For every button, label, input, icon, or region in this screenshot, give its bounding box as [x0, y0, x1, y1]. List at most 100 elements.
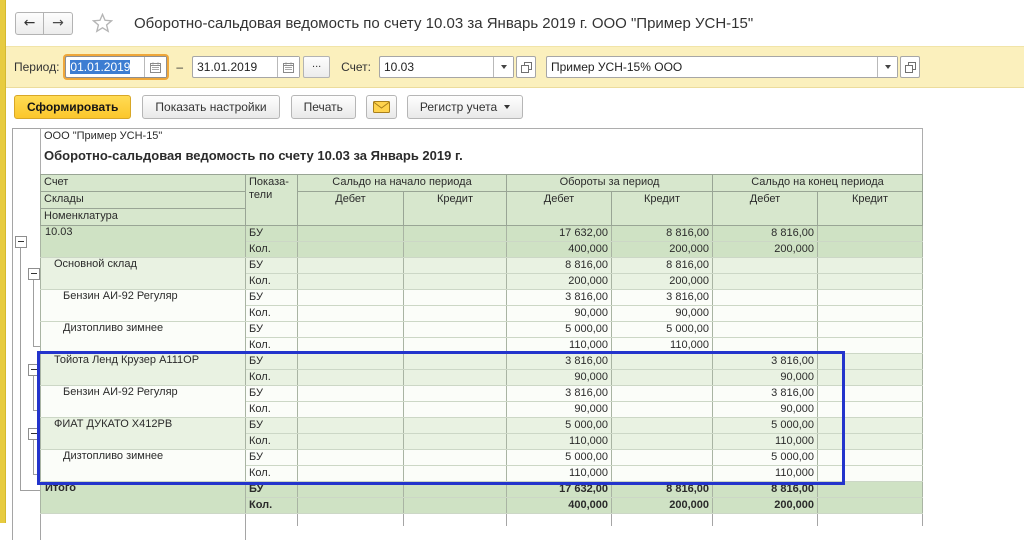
value-cell[interactable]: 400,000	[507, 498, 612, 514]
value-cell[interactable]: 5 000,00	[507, 418, 612, 434]
value-cell[interactable]: 90,000	[507, 402, 612, 418]
value-cell[interactable]	[404, 226, 507, 242]
value-cell[interactable]	[298, 498, 404, 514]
value-cell[interactable]	[298, 450, 404, 466]
indicator-cell[interactable]: Кол.	[246, 242, 298, 258]
account-open-button[interactable]	[516, 56, 536, 78]
value-cell[interactable]	[298, 370, 404, 386]
value-cell[interactable]	[612, 402, 713, 418]
row-name-cell[interactable]: Дизтопливо зимнее	[41, 322, 246, 354]
value-cell[interactable]	[818, 418, 923, 434]
value-cell[interactable]: 200,000	[507, 274, 612, 290]
value-cell[interactable]	[404, 258, 507, 274]
value-cell[interactable]	[404, 498, 507, 514]
value-cell[interactable]: 110,000	[713, 434, 818, 450]
value-cell[interactable]	[404, 434, 507, 450]
row-name-cell[interactable]: 10.03	[41, 226, 246, 258]
value-cell[interactable]	[818, 498, 923, 514]
value-cell[interactable]	[713, 258, 818, 274]
value-cell[interactable]	[818, 258, 923, 274]
value-cell[interactable]: 110,000	[713, 466, 818, 482]
indicator-cell[interactable]: БУ	[246, 290, 298, 306]
value-cell[interactable]: 200,000	[612, 274, 713, 290]
value-cell[interactable]	[818, 322, 923, 338]
organization-combo[interactable]: Пример УСН-15% ООО	[546, 56, 898, 78]
indicator-cell[interactable]: Кол.	[246, 498, 298, 514]
value-cell[interactable]	[818, 434, 923, 450]
value-cell[interactable]	[818, 242, 923, 258]
value-cell[interactable]	[404, 306, 507, 322]
value-cell[interactable]	[404, 450, 507, 466]
back-button[interactable]: ←	[15, 12, 44, 35]
value-cell[interactable]	[612, 386, 713, 402]
indicator-cell[interactable]: БУ	[246, 450, 298, 466]
value-cell[interactable]: 8 816,00	[507, 258, 612, 274]
value-cell[interactable]: 3 816,00	[507, 386, 612, 402]
value-cell[interactable]	[713, 338, 818, 354]
value-cell[interactable]	[612, 434, 713, 450]
expand-toggle[interactable]	[28, 268, 40, 280]
value-cell[interactable]	[404, 466, 507, 482]
value-cell[interactable]	[713, 290, 818, 306]
value-cell[interactable]: 400,000	[507, 242, 612, 258]
show-settings-button[interactable]: Показать настройки	[142, 95, 279, 119]
value-cell[interactable]	[298, 274, 404, 290]
value-cell[interactable]	[404, 370, 507, 386]
value-cell[interactable]	[298, 402, 404, 418]
value-cell[interactable]: 110,000	[507, 466, 612, 482]
value-cell[interactable]: 17 632,00	[507, 482, 612, 498]
value-cell[interactable]: 5 000,00	[713, 418, 818, 434]
value-cell[interactable]	[298, 338, 404, 354]
value-cell[interactable]	[298, 306, 404, 322]
register-menu-button[interactable]: Регистр учета	[407, 95, 523, 119]
date-from-value[interactable]: 01.01.2019	[70, 60, 130, 74]
date-to-value[interactable]: 31.01.2019	[193, 57, 277, 77]
value-cell[interactable]: 8 816,00	[612, 226, 713, 242]
organization-value[interactable]: Пример УСН-15% ООО	[547, 57, 877, 77]
value-cell[interactable]: 90,000	[713, 402, 818, 418]
email-button[interactable]	[366, 95, 397, 119]
indicator-cell[interactable]: Кол.	[246, 402, 298, 418]
row-name-cell[interactable]: Бензин АИ-92 Регуляр	[41, 386, 246, 418]
value-cell[interactable]: 8 816,00	[612, 482, 713, 498]
value-cell[interactable]	[298, 386, 404, 402]
indicator-cell[interactable]: БУ	[246, 482, 298, 498]
value-cell[interactable]	[298, 466, 404, 482]
indicator-cell[interactable]: Кол.	[246, 466, 298, 482]
value-cell[interactable]	[298, 354, 404, 370]
indicator-cell[interactable]: Кол.	[246, 306, 298, 322]
value-cell[interactable]	[818, 386, 923, 402]
account-combo[interactable]: 10.03	[379, 56, 514, 78]
value-cell[interactable]	[818, 482, 923, 498]
value-cell[interactable]: 3 816,00	[507, 354, 612, 370]
value-cell[interactable]	[818, 354, 923, 370]
value-cell[interactable]	[298, 226, 404, 242]
favorite-star-icon[interactable]	[92, 13, 113, 33]
value-cell[interactable]: 5 000,00	[507, 450, 612, 466]
value-cell[interactable]	[298, 482, 404, 498]
value-cell[interactable]: 8 816,00	[612, 258, 713, 274]
value-cell[interactable]	[404, 418, 507, 434]
date-to-field[interactable]: 31.01.2019	[192, 56, 300, 78]
value-cell[interactable]	[298, 434, 404, 450]
value-cell[interactable]: 17 632,00	[507, 226, 612, 242]
value-cell[interactable]	[298, 242, 404, 258]
value-cell[interactable]: 8 816,00	[713, 482, 818, 498]
value-cell[interactable]	[818, 466, 923, 482]
value-cell[interactable]: 90,000	[507, 370, 612, 386]
total-name-cell[interactable]: Итого	[41, 482, 246, 514]
value-cell[interactable]	[404, 274, 507, 290]
value-cell[interactable]: 3 816,00	[713, 354, 818, 370]
value-cell[interactable]: 200,000	[612, 242, 713, 258]
date-to-calendar-button[interactable]	[277, 57, 299, 77]
date-from-field[interactable]: 01.01.2019	[65, 56, 167, 78]
indicator-cell[interactable]: Кол.	[246, 370, 298, 386]
value-cell[interactable]	[404, 386, 507, 402]
value-cell[interactable]: 90,000	[713, 370, 818, 386]
organization-dropdown-button[interactable]	[877, 57, 897, 77]
date-from-calendar-button[interactable]	[144, 57, 166, 77]
value-cell[interactable]	[818, 370, 923, 386]
value-cell[interactable]: 5 000,00	[612, 322, 713, 338]
indicator-cell[interactable]: БУ	[246, 386, 298, 402]
indicator-cell[interactable]: БУ	[246, 354, 298, 370]
